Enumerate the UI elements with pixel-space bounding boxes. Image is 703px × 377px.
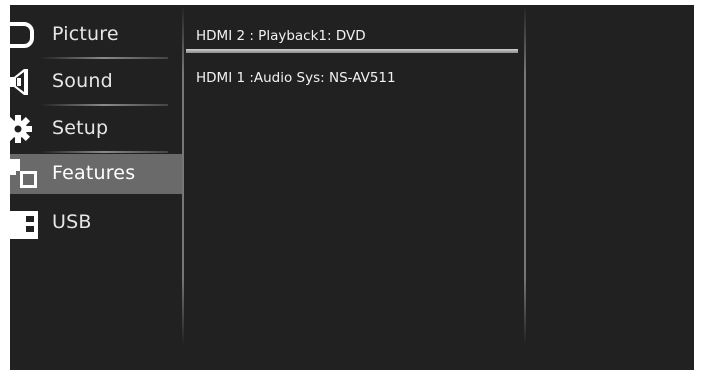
menu-item-picture[interactable]: Picture	[10, 13, 182, 59]
list-item-hdmi1[interactable]: HDMI 1 :Audio Sys: NS-AV511	[184, 53, 520, 93]
menu-item-label: Setup	[52, 117, 109, 139]
menu-item-usb[interactable]: USB	[10, 201, 182, 247]
tv-menu-screen: Picture Sound Setup Features USB HDMI 2 …	[10, 5, 694, 370]
list-item-text: HDMI 2 : Playback1: DVD	[196, 28, 366, 44]
gear-icon	[10, 115, 32, 143]
menu-item-label: Sound	[52, 70, 113, 92]
list-item-text: HDMI 1 :Audio Sys: NS-AV511	[196, 70, 396, 86]
speaker-icon	[10, 69, 28, 95]
menu-item-features[interactable]: Features	[10, 154, 182, 194]
usb-icon	[10, 211, 38, 239]
features-icon	[10, 159, 37, 188]
detail-panel	[526, 5, 694, 370]
main-menu: Picture Sound Setup Features USB	[10, 5, 182, 370]
menu-item-setup[interactable]: Setup	[10, 107, 182, 153]
menu-divider	[40, 57, 168, 59]
menu-divider	[40, 151, 168, 153]
list-item-hdmi2[interactable]: HDMI 2 : Playback1: DVD	[184, 11, 520, 53]
menu-divider	[40, 104, 168, 106]
picture-icon	[10, 22, 34, 48]
menu-item-label: Features	[52, 162, 136, 184]
menu-item-label: Picture	[52, 23, 119, 45]
menu-item-label: USB	[52, 211, 92, 233]
menu-item-sound[interactable]: Sound	[10, 60, 182, 106]
